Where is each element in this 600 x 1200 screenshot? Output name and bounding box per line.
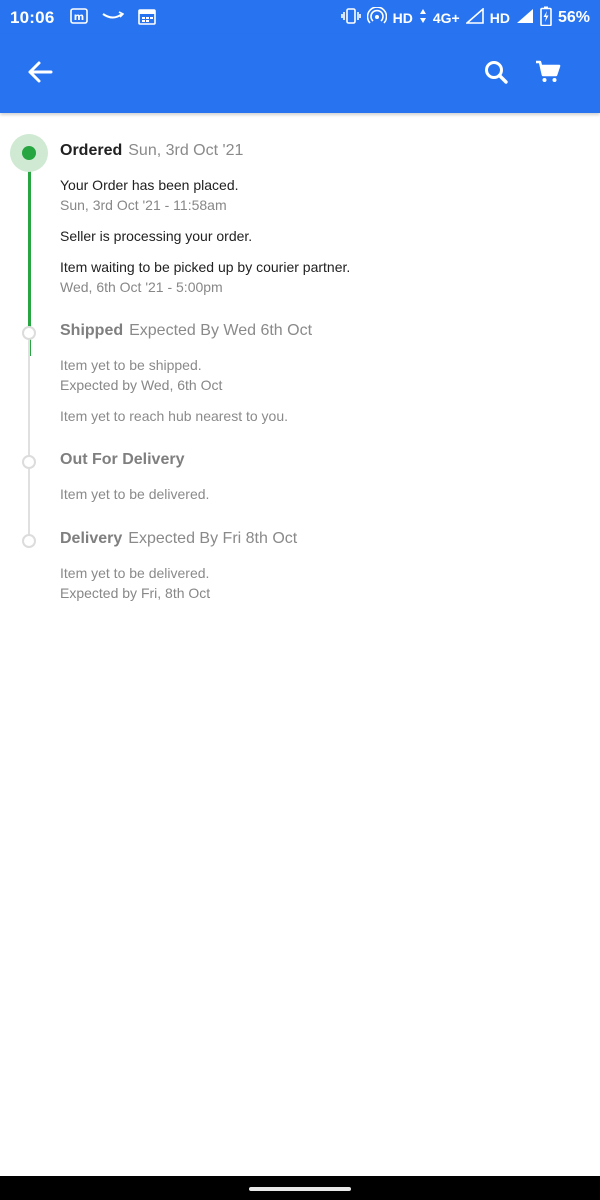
network-label: HD	[392, 10, 413, 26]
signal-icon	[464, 7, 484, 28]
timeline-event: Item yet to be delivered.	[60, 484, 209, 504]
hotspot-icon	[366, 6, 387, 29]
timeline-event: Item yet to be shipped. Expected by Wed,…	[60, 355, 312, 395]
cart-button[interactable]	[530, 56, 566, 92]
event-text: Item waiting to be picked up by courier …	[60, 259, 351, 275]
arrow-left-icon	[27, 60, 53, 89]
data-activity-icon	[419, 8, 427, 28]
event-time: Wed, 6th Oct '21 - 5:00pm	[60, 279, 223, 295]
network-label-2: HD	[489, 10, 510, 26]
stage-shipped: Shipped Expected By Wed 6th Oct Item yet …	[60, 320, 312, 426]
timeline-event: Seller is processing your order.	[60, 226, 350, 246]
stage-delivery: Delivery Expected By Fri 8th Oct Item yet…	[60, 528, 297, 603]
stage-title: Ordered Sun, 3rd Oct '21	[60, 140, 350, 162]
shipped-status-dot	[22, 326, 36, 340]
home-indicator[interactable]	[249, 1187, 351, 1191]
vibrate-icon	[340, 8, 361, 28]
status-time: 10:06	[10, 8, 55, 27]
event-text: Item yet to be delivered.	[60, 486, 210, 502]
network-type: 4G+	[432, 10, 460, 26]
timeline-event: Your Order has been placed. Sun, 3rd Oct…	[60, 175, 350, 215]
search-button[interactable]	[478, 56, 514, 92]
system-status-icons: HD 4G+ HD 56%	[340, 6, 590, 30]
stage-name: Delivery	[60, 530, 123, 547]
app-notification-icon: m	[70, 7, 88, 29]
back-button[interactable]	[22, 56, 58, 92]
event-text: Your Order has been placed.	[60, 177, 239, 193]
event-time: Sun, 3rd Oct '21 - 11:58am	[60, 197, 227, 213]
stage-title: Delivery Expected By Fri 8th Oct	[60, 528, 297, 550]
amazon-notification-icon	[102, 9, 125, 27]
stage-name: Ordered	[60, 142, 123, 159]
timeline-event: Item yet to be delivered. Expected by Fr…	[60, 563, 297, 603]
timeline-event: Item waiting to be picked up by courier …	[60, 257, 350, 297]
stage-name: Shipped	[60, 322, 124, 339]
calendar-notification-icon	[138, 7, 156, 30]
order-tracking-screen: 10:06 m HD 4G+ HD 56% Ordered Sun, 3rd O…	[0, 0, 600, 1200]
battery-percent: 56%	[557, 9, 590, 26]
signal-icon-2	[516, 8, 534, 28]
timeline-event: Item yet to reach hub nearest to you.	[60, 406, 312, 426]
ordered-status-dot	[22, 146, 36, 160]
delivery-status-dot	[22, 534, 36, 548]
status-bar: 10:06 m HD 4G+ HD 56%	[0, 0, 600, 34]
event-time: Expected by Wed, 6th Oct	[60, 377, 223, 393]
system-nav-bar	[0, 1176, 600, 1200]
stage-expected-date: Expected By Wed 6th Oct	[129, 322, 313, 339]
stage-expected-date: Expected By Fri 8th Oct	[128, 530, 298, 547]
stage-name: Out For Delivery	[60, 451, 185, 468]
event-time: Expected by Fri, 8th Oct	[60, 585, 211, 601]
stage-out-for-delivery: Out For Delivery Item yet to be delivere…	[60, 449, 209, 504]
stage-ordered: Ordered Sun, 3rd Oct '21 Your Order has b…	[60, 140, 350, 297]
cart-icon	[535, 60, 561, 89]
event-text: Item yet to be shipped.	[60, 357, 202, 373]
stage-date: Sun, 3rd Oct '21	[128, 142, 244, 159]
stage-title: Shipped Expected By Wed 6th Oct	[60, 320, 312, 342]
event-text: Seller is processing your order.	[60, 228, 253, 244]
timeline-pending-line	[28, 337, 30, 545]
event-text: Item yet to reach hub nearest to you.	[60, 408, 289, 424]
notification-icons: m	[70, 7, 156, 30]
battery-icon	[540, 6, 552, 30]
app-bar	[0, 34, 600, 113]
search-icon	[483, 59, 509, 90]
event-text: Item yet to be delivered.	[60, 565, 210, 581]
out-for-delivery-status-dot	[22, 455, 36, 469]
stage-title: Out For Delivery	[60, 449, 209, 471]
svg-text:m: m	[74, 12, 84, 23]
